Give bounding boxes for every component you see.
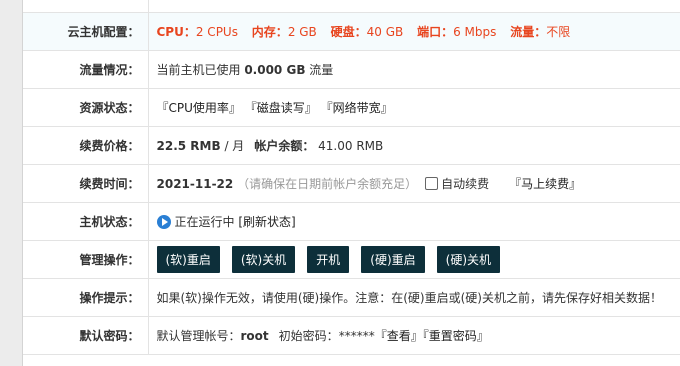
network-bandwidth-link[interactable]: 『网络带宽』 [321, 101, 393, 115]
hard-reboot-button[interactable]: (硬)重启 [361, 246, 425, 273]
disk-value: 40 GB [366, 25, 404, 39]
row-password: 默认密码： 默认管理帐号：root 初始密码：******『查看』『重置密码』 [23, 316, 680, 355]
row-config: 云主机配置： CPU：2 CPUs 内存：2 GB 硬盘：40 GB 端口：6 … [23, 12, 680, 51]
soft-shutdown-button[interactable]: (软)关机 [231, 246, 296, 273]
row-traffic: 流量情况： 当前主机已使用 0.000 GB 流量 [23, 50, 680, 89]
renew-label: 续费时间： [23, 164, 149, 203]
running-icon [156, 215, 171, 229]
reset-password-link[interactable]: 『重置密码』 [423, 329, 489, 343]
host-info-table: 云主机配置： CPU：2 CPUs 内存：2 GB 硬盘：40 GB 端口：6 … [23, 0, 680, 355]
status-label: 主机状态： [23, 202, 149, 241]
renew-now-link[interactable]: 『马上续费』 [509, 177, 581, 191]
row-resources: 资源状态： 『CPU使用率』 『磁盘读写』 『网络带宽』 [23, 88, 680, 127]
mem-value: 2 GB [287, 25, 317, 39]
refresh-status-link[interactable]: [刷新状态] [238, 215, 295, 229]
tip-label: 操作提示： [23, 278, 149, 317]
soft-reboot-button[interactable]: (软)重启 [156, 246, 220, 273]
hard-shutdown-button[interactable]: (硬)关机 [436, 246, 501, 273]
traffic-label: 流量情况： [23, 50, 149, 89]
traffic-limit-value: 不限 [546, 25, 571, 39]
host-info-panel: 云主机配置： CPU：2 CPUs 内存：2 GB 硬盘：40 GB 端口：6 … [22, 0, 680, 366]
row-ops: 管理操作： (软)重启 (软)关机 开机 (硬)重启 (硬)关机 [23, 240, 680, 279]
cpu-value: 2 CPUs [195, 25, 238, 39]
row-status: 主机状态： 正在运行中 [刷新状态] [23, 202, 680, 241]
auto-renew-label[interactable]: 自动续费 [441, 177, 489, 191]
config-values: CPU：2 CPUs 内存：2 GB 硬盘：40 GB 端口：6 Mbps 流量… [148, 12, 680, 51]
power-on-button[interactable]: 开机 [307, 246, 350, 273]
renew-date: 2021-11-22 [156, 177, 234, 191]
masked-password: ****** [338, 329, 375, 343]
ops-label: 管理操作： [23, 240, 149, 279]
cpu-usage-link[interactable]: 『CPU使用率』 [157, 101, 241, 115]
default-user: root [240, 329, 269, 343]
view-password-link[interactable]: 『查看』 [375, 329, 423, 343]
balance-value: 41.00 RMB [318, 139, 384, 153]
traffic-used: 0.000 GB [244, 63, 306, 77]
tip-text: 如果(软)操作无效，请使用(硬)操作。注意：在(硬)重启或(硬)关机之前，请先保… [148, 278, 680, 317]
price-value: 22.5 RMB [156, 139, 221, 153]
disk-io-link[interactable]: 『磁盘读写』 [245, 101, 317, 115]
password-label: 默认密码： [23, 316, 149, 355]
row-renew: 续费时间： 2021-11-22 （请确保在日期前帐户余额充足） 自动续费 『马上续… [23, 164, 680, 203]
config-label: 云主机配置： [23, 12, 149, 51]
row-tip: 操作提示： 如果(软)操作无效，请使用(硬)操作。注意：在(硬)重启或(硬)关机… [23, 278, 680, 317]
port-value: 6 Mbps [453, 25, 497, 39]
row-price: 续费价格： 22.5 RMB / 月帐户余额： 41.00 RMB [23, 126, 680, 165]
resources-label: 资源状态： [23, 88, 149, 127]
auto-renew-checkbox[interactable] [425, 177, 439, 190]
renew-note: （请确保在日期前帐户余额充足） [237, 177, 418, 191]
price-label: 续费价格： [23, 126, 149, 165]
status-text: 正在运行中 [174, 215, 235, 229]
